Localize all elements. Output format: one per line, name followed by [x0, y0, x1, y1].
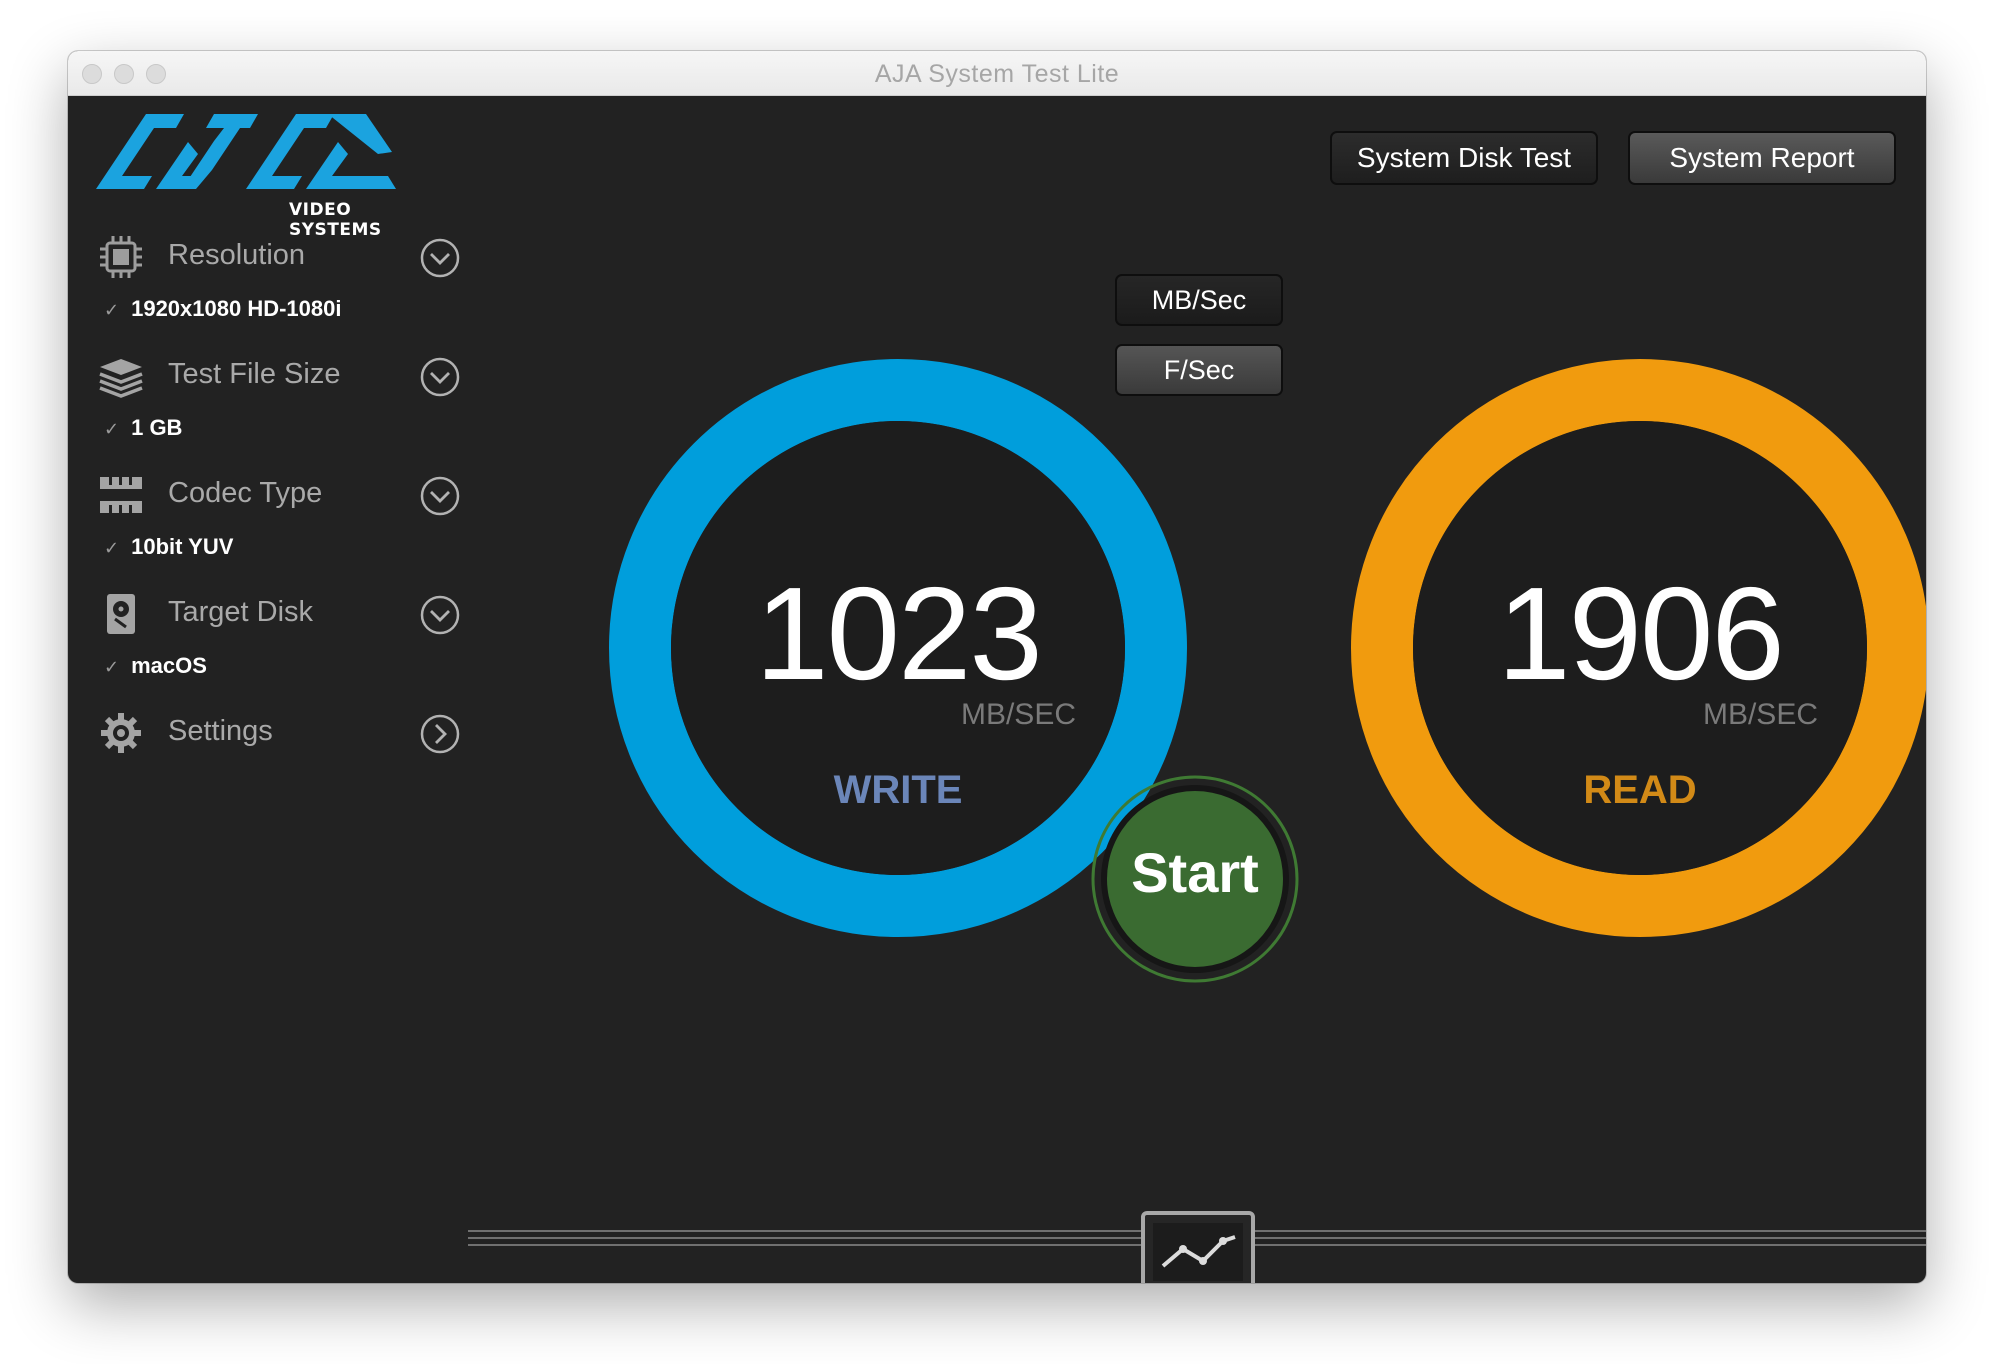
read-speed-unit: MB/SEC	[1702, 698, 1818, 731]
graph-toggle-button[interactable]	[1141, 1211, 1255, 1283]
sidebar-item-label: Codec Type	[168, 477, 323, 509]
sidebar-item-test-file-size[interactable]: Test File Size	[98, 349, 460, 399]
read-speed-value: 1906	[1497, 560, 1785, 707]
chevron-down-icon[interactable]	[420, 595, 460, 635]
resolution-selected-value: ✓ 1920x1080 HD-1080i	[104, 296, 342, 321]
check-icon: ✓	[104, 657, 120, 677]
aja-logo-mark	[96, 114, 396, 189]
test-file-size-selected-value: ✓ 1 GB	[104, 415, 183, 440]
sidebar-item-label: Resolution	[168, 239, 306, 271]
chevron-down-icon[interactable]	[420, 476, 460, 516]
film-strip-icon	[100, 477, 142, 513]
app-window: AJA System Test Lite VIDEO SYSTEMS Resol…	[68, 51, 1926, 1283]
check-icon: ✓	[104, 300, 120, 320]
chevron-down-icon[interactable]	[420, 238, 460, 278]
check-icon: ✓	[104, 538, 120, 558]
aja-logo: VIDEO SYSTEMS	[96, 114, 396, 240]
sidebar-item-settings[interactable]: Settings	[98, 706, 460, 756]
chip-icon	[100, 236, 142, 278]
check-icon: ✓	[104, 419, 120, 439]
write-speed-value: 1023	[755, 560, 1043, 707]
gear-icon	[101, 713, 141, 753]
sidebar-item-resolution[interactable]: Resolution	[98, 230, 460, 280]
codec-type-selected-value: ✓ 10bit YUV	[104, 534, 234, 559]
sidebar-item-label: Settings	[168, 715, 273, 747]
sidebar-item-label: Target Disk	[168, 596, 314, 628]
hard-disk-icon	[107, 594, 135, 634]
mb-sec-toggle[interactable]: MB/Sec	[1115, 274, 1283, 326]
title-bar: AJA System Test Lite	[68, 51, 1926, 96]
sidebar-item-codec-type[interactable]: Codec Type	[98, 468, 460, 518]
start-button[interactable]: Start	[1090, 774, 1300, 984]
system-disk-test-button[interactable]: System Disk Test	[1330, 131, 1598, 185]
system-report-button[interactable]: System Report	[1628, 131, 1896, 185]
sidebar-item-label: Test File Size	[168, 358, 341, 390]
start-button-label: Start	[1131, 841, 1259, 904]
read-gauge: 1906 MB/SEC READ	[1350, 358, 1926, 938]
sidebar-item-target-disk[interactable]: Target Disk	[98, 587, 460, 637]
layers-icon	[99, 359, 143, 398]
chevron-down-icon[interactable]	[420, 357, 460, 397]
target-disk-selected-value: ✓ macOS	[104, 653, 207, 678]
chevron-right-icon[interactable]	[420, 714, 460, 754]
main-content: VIDEO SYSTEMS Resolution ✓ 1920x1080 HD-…	[68, 96, 1926, 1283]
line-chart-icon	[1141, 1211, 1255, 1283]
window-title: AJA System Test Lite	[874, 60, 1120, 88]
read-label: READ	[1583, 768, 1697, 812]
write-speed-unit: MB/SEC	[960, 698, 1076, 731]
